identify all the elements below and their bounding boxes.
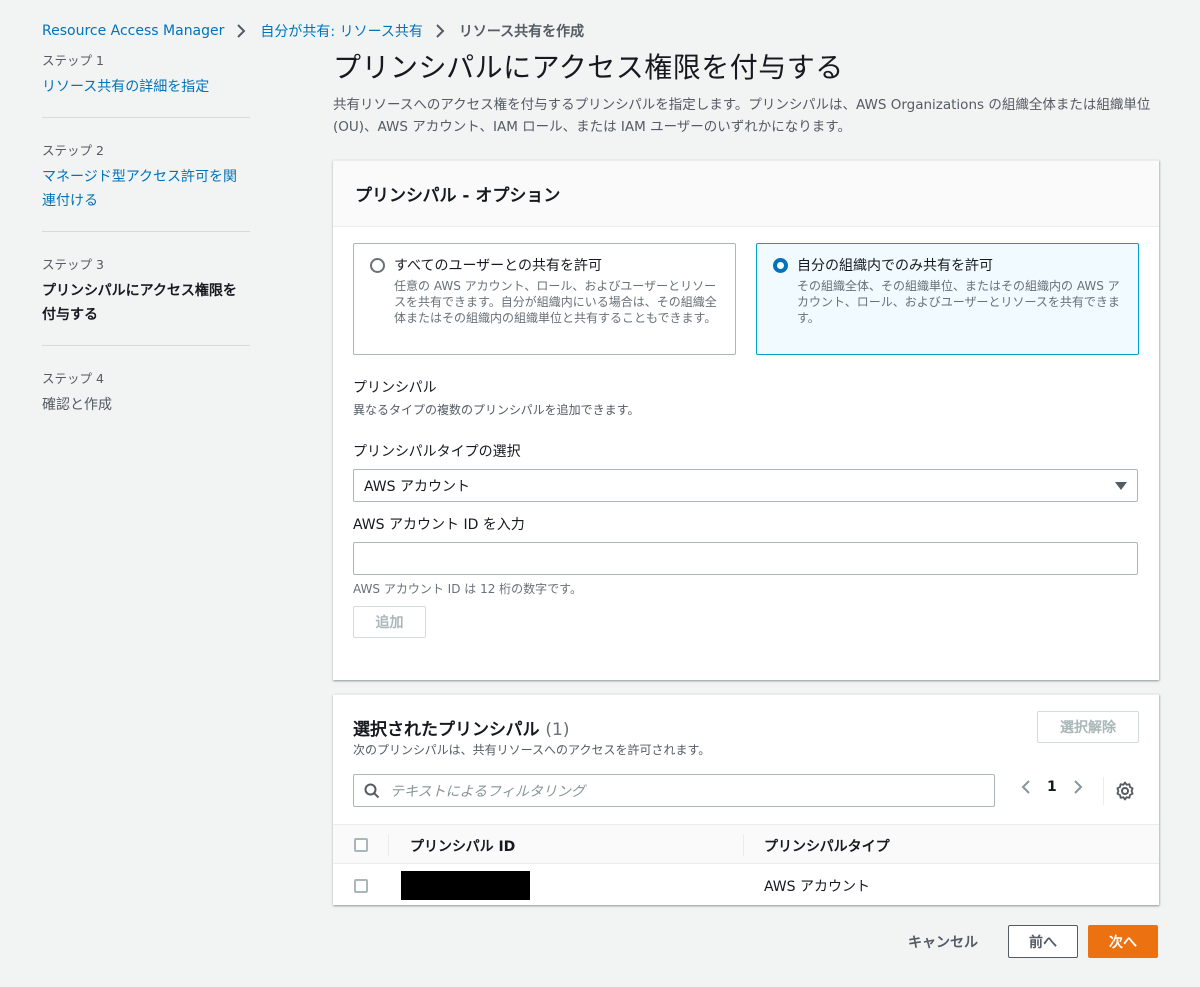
- selected-principals-panel: 選択されたプリンシパル (1) 次のプリンシパルは、共有リソースへのアクセスを許…: [333, 694, 1159, 905]
- step-number: ステップ 2: [42, 143, 104, 158]
- search-icon: [364, 783, 380, 798]
- add-button[interactable]: 追加: [353, 606, 426, 638]
- principal-options-panel: プリンシパル - オプション すべてのユーザーとの共有を許可 任意の AWS ア…: [333, 160, 1159, 680]
- select-all-checkbox[interactable]: [354, 838, 368, 852]
- tile-title: 自分の組織内でのみ共有を許可: [797, 258, 993, 274]
- principal-description: 異なるタイプの複数のプリンシパルを追加できます。: [353, 403, 640, 417]
- table-header: プリンシパル ID プリンシパルタイプ: [333, 824, 1159, 864]
- row-checkbox[interactable]: [354, 879, 368, 893]
- breadcrumb-current: リソース共有を作成: [458, 24, 585, 40]
- step-2: ステップ 2 マネージド型アクセス許可を関連付ける: [42, 140, 250, 232]
- filter-placeholder: テキストによるフィルタリング: [390, 783, 585, 800]
- allow-all-tile[interactable]: すべてのユーザーとの共有を許可 任意の AWS アカウント、ロール、およびユーザ…: [353, 243, 736, 355]
- step-3-current: プリンシパルにアクセス権限を付与する: [42, 283, 237, 323]
- cancel-button[interactable]: キャンセル: [888, 932, 998, 952]
- page-description: 共有リソースへのアクセス権を付与するプリンシパルを指定します。プリンシパルは、A…: [333, 97, 1151, 135]
- breadcrumb-ram[interactable]: Resource Access Manager: [42, 23, 224, 39]
- count-badge: (1): [545, 720, 570, 740]
- account-id-hint: AWS アカウント ID は 12 桁の数字です。: [353, 582, 582, 596]
- pagination: 1: [1021, 779, 1083, 795]
- chevron-right-icon: [436, 24, 445, 38]
- wizard-actions: キャンセル 前へ 次へ: [888, 925, 1158, 958]
- caret-down-icon: [1115, 481, 1127, 490]
- redacted-principal-id: [401, 871, 530, 900]
- principal-type-cell: AWS アカウント: [764, 879, 870, 895]
- column-principal-id[interactable]: プリンシパル ID: [410, 836, 515, 856]
- step-number: ステップ 4: [42, 371, 104, 386]
- principal-section: プリンシパル 異なるタイプの複数のプリンシパルを追加できます。: [353, 377, 639, 418]
- filter-input[interactable]: テキストによるフィルタリング: [353, 774, 995, 807]
- step-1: ステップ 1 リソース共有の詳細を指定: [42, 50, 250, 118]
- selected-principals-description: 次のプリンシパルは、共有リソースへのアクセスを許可されます。: [353, 743, 711, 757]
- tile-description: 任意の AWS アカウント、ロール、およびユーザーとリソースを共有できます。自分…: [394, 279, 717, 325]
- chevron-right-icon[interactable]: [1073, 779, 1083, 795]
- account-id-input[interactable]: [353, 542, 1138, 575]
- step-3: ステップ 3 プリンシパルにアクセス権限を付与する: [42, 254, 250, 346]
- page-title: プリンシパルにアクセス権限を付与する: [333, 51, 844, 84]
- principal-type-section: プリンシパルタイプの選択 AWS アカウント: [353, 441, 1138, 502]
- column-divider: [743, 834, 744, 856]
- gear-icon[interactable]: [1115, 781, 1135, 801]
- step-number: ステップ 3: [42, 257, 104, 272]
- sharing-options: すべてのユーザーとの共有を許可 任意の AWS アカウント、ロール、およびユーザ…: [353, 243, 1139, 355]
- allow-org-only-tile[interactable]: 自分の組織内でのみ共有を許可 その組織全体、その組織単位、またはその組織内の A…: [756, 243, 1139, 355]
- step-number: ステップ 1: [42, 53, 104, 68]
- wizard-steps: ステップ 1 リソース共有の詳細を指定 ステップ 2 マネージド型アクセス許可を…: [42, 50, 250, 457]
- account-id-section: AWS アカウント ID を入力 AWS アカウント ID は 12 桁の数字で…: [353, 514, 1138, 597]
- column-divider: [388, 834, 389, 856]
- page-number[interactable]: 1: [1047, 779, 1057, 795]
- column-principal-type[interactable]: プリンシパルタイプ: [764, 836, 890, 856]
- title-text: 選択されたプリンシパル: [353, 720, 540, 740]
- radio-button-checked[interactable]: [773, 258, 788, 273]
- tile-description: その組織全体、その組織単位、またはその組織内の AWS アカウント、ロール、およ…: [797, 279, 1120, 325]
- principal-type-label: プリンシパルタイプの選択: [353, 444, 521, 460]
- step-1-link[interactable]: リソース共有の詳細を指定: [42, 75, 250, 99]
- table-row[interactable]: AWS アカウント: [333, 865, 1159, 905]
- selected-principals-title: 選択されたプリンシパル (1): [353, 715, 570, 740]
- previous-button[interactable]: 前へ: [1008, 925, 1078, 958]
- breadcrumb: Resource Access Manager 自分が共有: リソース共有 リソ…: [42, 20, 584, 42]
- step-2-link[interactable]: マネージド型アクセス許可を関連付ける: [42, 165, 250, 213]
- select-value: AWS アカウント: [364, 478, 470, 495]
- next-button[interactable]: 次へ: [1088, 925, 1158, 958]
- clear-selection-button[interactable]: 選択解除: [1037, 711, 1139, 743]
- main-header: プリンシパルにアクセス権限を付与する 共有リソースへのアクセス権を付与するプリン…: [333, 50, 1159, 138]
- account-id-label: AWS アカウント ID を入力: [353, 517, 525, 533]
- divider: [1103, 777, 1104, 805]
- panel-header: プリンシパル - オプション: [333, 161, 1159, 227]
- breadcrumb-shared-by-me[interactable]: 自分が共有: リソース共有: [260, 21, 422, 41]
- tile-title: すべてのユーザーとの共有を許可: [394, 258, 603, 274]
- chevron-right-icon: [237, 24, 246, 38]
- radio-button[interactable]: [370, 258, 385, 273]
- principal-type-select[interactable]: AWS アカウント: [353, 469, 1138, 502]
- principal-label: プリンシパル: [353, 380, 437, 396]
- step-4-label: 確認と作成: [42, 397, 112, 413]
- chevron-left-icon[interactable]: [1021, 779, 1031, 795]
- step-4: ステップ 4 確認と作成: [42, 368, 250, 435]
